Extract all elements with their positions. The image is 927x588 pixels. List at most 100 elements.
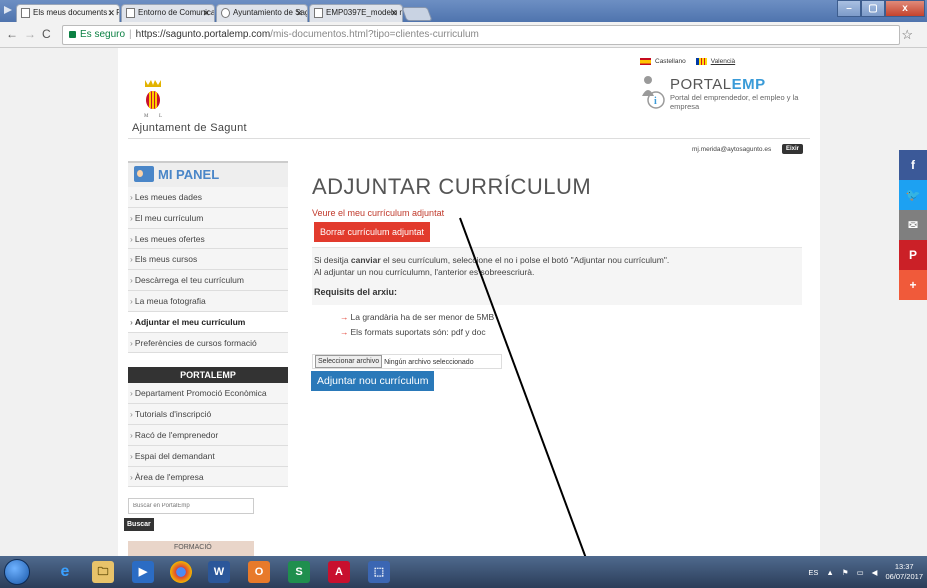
flag-icon[interactable]: ⚑ xyxy=(842,568,849,577)
sidebar-item-la-meua-fotografia[interactable]: La meua fotografia xyxy=(128,290,288,312)
lang-valencia[interactable]: Valencià xyxy=(711,58,735,65)
email-share-icon[interactable]: ✉ xyxy=(899,210,927,240)
back-arrow-icon[interactable]: ← xyxy=(6,27,18,41)
language-switcher: Castellano Valencià xyxy=(640,58,741,65)
internet-explorer-icon[interactable]: e xyxy=(54,561,76,583)
tab-els-meus-documents[interactable]: Els meus documents :: Po ✕ xyxy=(16,4,120,22)
minimize-button[interactable]: – xyxy=(837,0,861,17)
facebook-share-icon[interactable]: f xyxy=(899,150,927,180)
system-tray: ES ▲ ⚑ ▭ ◀ 13:37 06/07/2017 xyxy=(808,560,923,584)
close-tab-icon[interactable]: ✕ xyxy=(107,5,115,21)
sidebar-item-promocio-economica[interactable]: Departament Promoció Econòmica xyxy=(128,383,288,405)
url-host: https://sagunto.portalemp.com xyxy=(135,29,271,40)
clock[interactable]: 13:37 06/07/2017 xyxy=(885,562,923,582)
media-player-icon[interactable]: ▶ xyxy=(132,561,154,583)
svg-text:i: i xyxy=(654,96,657,107)
close-tab-icon[interactable]: ✕ xyxy=(295,5,303,21)
promo-banner[interactable]: FORMACIÓ xyxy=(128,541,254,556)
file-explorer-icon[interactable]: 🗀 xyxy=(92,561,114,583)
city-crest-logo: M L xyxy=(144,80,162,119)
file-input[interactable]: Seleccionar archivo Ningún archivo selecc… xyxy=(312,354,502,369)
sidebar-item-tutorials[interactable]: Tutorials d'inscripció xyxy=(128,404,288,425)
portalemp-menu: Departament Promoció Econòmica Tutorials… xyxy=(128,383,288,488)
page-content: M L Ajuntament de Sagunt Castellano Vale… xyxy=(118,48,820,556)
reload-icon[interactable]: C xyxy=(42,27,51,41)
page-icon xyxy=(126,8,135,18)
info-text-line2: Al adjuntar un nou currículumn, l'anteri… xyxy=(314,267,535,277)
sidebar-item-els-meus-cursos[interactable]: Els meus cursos xyxy=(128,249,288,271)
sidebar-item-adjuntar-curriculum[interactable]: Adjuntar el meu currículum xyxy=(128,311,288,333)
close-tab-icon[interactable]: ✕ xyxy=(390,5,398,21)
tray-up-arrow-icon[interactable]: ▲ xyxy=(826,568,833,577)
close-window-button[interactable]: x xyxy=(885,0,925,17)
info-text-line1: Si desitja canviar el seu currículum, se… xyxy=(314,255,670,265)
panel-header: MI PANEL xyxy=(128,161,288,187)
tab-emp0397e-modelo[interactable]: EMP0397E_modelo men ✕ xyxy=(309,4,403,22)
sidebar-item-el-meu-curriculum[interactable]: El meu currículum xyxy=(128,207,288,229)
sidebar-item-les-meues-dades[interactable]: Les meues dades xyxy=(128,187,288,208)
chrome-icon[interactable]: ◉ xyxy=(170,561,192,583)
user-email: mj.merida@aytosagunto.es xyxy=(692,146,772,153)
forward-arrow-icon[interactable]: → xyxy=(24,27,36,41)
spain-flag-icon xyxy=(640,58,651,65)
exit-button[interactable]: Eixir xyxy=(782,144,804,154)
id-card-icon xyxy=(134,166,154,182)
arrow-icon: → xyxy=(340,312,349,322)
clock-date: 06/07/2017 xyxy=(885,572,923,581)
header-divider xyxy=(128,138,810,139)
network-icon[interactable]: ▭ xyxy=(857,568,864,577)
tab-ayuntamiento-sagunt[interactable]: Ayuntamiento de Sagunt ✕ xyxy=(216,4,308,22)
outlook-icon[interactable]: O xyxy=(248,561,270,583)
svg-text:M: M xyxy=(144,114,149,119)
close-tab-icon[interactable]: ✕ xyxy=(202,5,210,21)
view-curriculum-link[interactable]: Veure el meu currículum adjuntat xyxy=(312,208,444,218)
spreadsheet-icon[interactable]: S xyxy=(288,561,310,583)
upload-curriculum-button[interactable]: Adjuntar nou currículum xyxy=(311,371,435,391)
file-status: Ningún archivo seleccionado xyxy=(384,359,474,366)
bookmark-star-icon[interactable]: ☆ xyxy=(901,27,913,43)
word-icon[interactable]: W xyxy=(208,561,230,583)
search-button[interactable]: Buscar xyxy=(124,518,154,531)
portalemp-subtitle: Portal del emprendedor, el empleo y la e… xyxy=(670,93,799,111)
maximize-button[interactable]: ▢ xyxy=(861,0,885,17)
more-share-icon[interactable]: + xyxy=(899,270,927,300)
requirement-item: → Els formats suportats són: pdf y doc xyxy=(340,327,486,337)
info-box: Si desitja canviar el seu currículum, se… xyxy=(312,247,802,305)
globe-icon xyxy=(221,8,230,18)
lock-icon xyxy=(69,31,76,38)
select-file-button[interactable]: Seleccionar archivo xyxy=(315,355,383,368)
portalemp-section-heading: PORTALEMP xyxy=(128,367,288,384)
url-input[interactable]: Es seguro | https://sagunto.portalemp.com/… xyxy=(62,25,900,45)
new-tab-button[interactable] xyxy=(401,7,433,21)
panel-menu: Les meues dades El meu currículum Les me… xyxy=(128,187,288,354)
search-input[interactable] xyxy=(128,498,254,514)
page-icon xyxy=(314,8,323,18)
network-app-icon[interactable]: ⬚ xyxy=(368,561,390,583)
page-icon xyxy=(21,8,30,18)
sidebar-item-preferencies-cursos[interactable]: Preferències de cursos formació xyxy=(128,332,288,354)
acrobat-icon[interactable]: A xyxy=(328,561,350,583)
pinterest-share-icon[interactable]: P xyxy=(899,240,927,270)
page-title: ADJUNTAR CURRÍCULUM xyxy=(312,174,592,199)
sidebar-item-raco-emprenedor[interactable]: Racó de l'emprenedor xyxy=(128,424,288,446)
sidebar-item-les-meues-ofertes[interactable]: Les meues ofertes xyxy=(128,228,288,250)
sidebar-item-descarrega-curriculum[interactable]: Descàrrega el teu currículum xyxy=(128,270,288,291)
window-controls: – ▢ x xyxy=(837,0,925,18)
url-path: /mis-documentos.html?tipo=clientes-curri… xyxy=(270,29,479,40)
twitter-share-icon[interactable]: 🐦 xyxy=(899,180,927,210)
delete-curriculum-button[interactable]: Borrar currículum adjuntat xyxy=(314,222,431,242)
arrow-icon: → xyxy=(340,327,349,337)
sidebar-item-espai-demandant[interactable]: Espai del demandant xyxy=(128,445,288,467)
start-button[interactable] xyxy=(4,559,30,585)
lang-castellano[interactable]: Castellano xyxy=(655,58,686,65)
web-page: M L Ajuntament de Sagunt Castellano Vale… xyxy=(0,48,927,556)
input-language[interactable]: ES xyxy=(808,568,818,577)
volume-icon[interactable]: ◀ xyxy=(872,568,878,577)
sidebar: MI PANEL Les meues dades El meu currícul… xyxy=(128,161,288,488)
browser-logo-icon xyxy=(4,6,12,14)
portalemp-title: PORTALEMP xyxy=(670,76,766,93)
city-name: Ajuntament de Sagunt xyxy=(132,122,247,134)
sidebar-item-area-empresa[interactable]: Àrea de l'empresa xyxy=(128,466,288,488)
tab-entorno-comunicacio[interactable]: Entorno de Comunicació ✕ xyxy=(121,4,215,22)
secure-label: Es seguro xyxy=(80,29,126,40)
